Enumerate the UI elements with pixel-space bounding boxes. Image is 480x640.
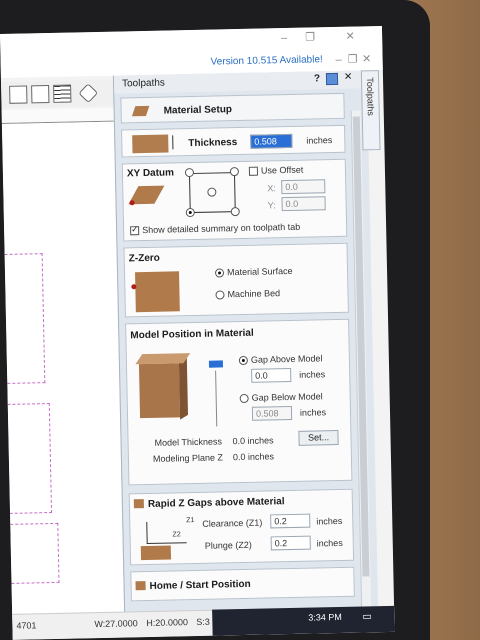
- gap-below-input[interactable]: 0.508: [251, 405, 293, 421]
- panel-scrollbar[interactable]: [350, 110, 372, 611]
- status-height: H:20.0000: [146, 617, 189, 629]
- machine-bed-label: Machine Bed: [227, 288, 281, 300]
- thickness-dimension-icon: [172, 135, 174, 150]
- thickness-section: Thickness 0.508 inches: [121, 124, 346, 158]
- use-offset-checkbox[interactable]: [248, 166, 259, 176]
- modeling-plane-label: Modeling Plane Z: [152, 452, 224, 464]
- plunge-label: Plunge (Z2): [204, 539, 252, 551]
- restore-icon[interactable]: ❐: [304, 31, 316, 43]
- gap-above-unit: inches: [299, 369, 326, 380]
- model-position-section: Model Position in Material Gap Above Mod…: [125, 318, 353, 486]
- close-icon[interactable]: ✕: [344, 31, 356, 43]
- status-coord: 4701: [16, 620, 37, 631]
- z1-mark: Z1: [186, 517, 195, 525]
- model-block-top-icon: [135, 353, 191, 365]
- z-zero-section: Z-Zero Material Surface Machine Bed: [123, 242, 349, 318]
- gap-below-label: Gap Below Model: [251, 391, 323, 403]
- photo-scene: – ❐ ✕ Version 10.515 Available! – ❐ ✕ To…: [0, 0, 480, 640]
- model-block-icon: [138, 363, 181, 419]
- view-icon[interactable]: [9, 85, 28, 104]
- thickness-illustration-icon: [132, 134, 169, 154]
- gap-material-icon: [140, 545, 172, 561]
- datum-point-icon: [129, 200, 135, 206]
- pin-icon[interactable]: [325, 72, 339, 86]
- rapid-z-icon: [133, 499, 144, 509]
- rapid-z-section: Rapid Z Gaps above Material Z1 Z2 Cleara…: [128, 488, 355, 566]
- panel-close-icon[interactable]: ✕: [344, 72, 353, 83]
- home-position-title: Home / Start Position: [149, 578, 251, 592]
- model-position-title: Model Position in Material: [130, 327, 254, 342]
- grid-icon[interactable]: [53, 84, 72, 103]
- toolpaths-panel: Toolpaths ? ✕ Material Setup Thickness 0…: [112, 70, 379, 616]
- toolpaths-side-tab[interactable]: Toolpaths: [360, 70, 381, 151]
- screen: – ❐ ✕ Version 10.515 Available! – ❐ ✕ To…: [0, 25, 395, 640]
- thickness-label: Thickness: [188, 137, 238, 150]
- datum-top-right-radio[interactable]: [229, 167, 240, 177]
- y-offset-label: Y:: [267, 200, 276, 211]
- mdi-close-icon[interactable]: ✕: [360, 53, 372, 65]
- use-offset-label: Use Offset: [260, 164, 304, 176]
- side-tab-label: Toolpaths: [364, 77, 376, 116]
- z-zero-block-icon: [135, 271, 180, 313]
- z2-mark: Z2: [172, 531, 181, 539]
- rapid-z-title: Rapid Z Gaps above Material: [147, 496, 285, 511]
- thickness-input[interactable]: 0.508: [250, 133, 293, 149]
- position-slider-track: [215, 370, 218, 427]
- status-scale: S:3: [196, 616, 210, 628]
- clock-time: 3:34 PM: [308, 611, 342, 623]
- panel-title: Toolpaths: [121, 77, 165, 90]
- datum-bottom-right-radio[interactable]: [230, 207, 240, 217]
- show-summary-checkbox[interactable]: ✓: [130, 224, 140, 236]
- material-surface-radio[interactable]: [214, 268, 225, 278]
- scrollbar-thumb[interactable]: [352, 116, 370, 577]
- xy-datum-section: XY Datum Use Offset X: 0.0 Y: 0.0 ✓ Show…: [121, 158, 348, 242]
- home-position-icon: [135, 581, 146, 591]
- thickness-unit: inches: [306, 135, 333, 146]
- plunge-unit: inches: [316, 537, 343, 549]
- material-surface-label: Material Surface: [226, 265, 293, 278]
- position-slider-thumb[interactable]: [208, 360, 224, 368]
- minimize-icon[interactable]: –: [278, 32, 290, 44]
- toolbar: [1, 79, 114, 108]
- x-offset-label: X:: [267, 183, 276, 194]
- gap-above-label: Gap Above Model: [250, 353, 323, 365]
- layout-icon[interactable]: [31, 84, 50, 104]
- home-position-section[interactable]: Home / Start Position: [130, 566, 355, 602]
- clearance-input[interactable]: 0.2: [270, 513, 311, 529]
- taskbar: 3:34 PM ▭: [212, 605, 395, 636]
- material-block-icon: [131, 105, 150, 117]
- y-offset-input[interactable]: 0.0: [281, 196, 326, 212]
- gap-above-input[interactable]: 0.0: [251, 367, 292, 383]
- plunge-input[interactable]: 0.2: [270, 535, 311, 551]
- mdi-minimize-icon[interactable]: –: [332, 54, 344, 66]
- clearance-unit: inches: [316, 515, 343, 527]
- datum-bottom-left-radio[interactable]: [185, 207, 195, 218]
- modeling-plane-value: 0.0 inches: [232, 451, 275, 463]
- clearance-label: Clearance (Z1): [202, 517, 263, 529]
- version-link[interactable]: Version 10.515 Available!: [211, 54, 323, 67]
- status-width: W:27.0000: [94, 618, 138, 630]
- gap-below-radio[interactable]: [239, 393, 249, 404]
- model-thickness-value: 0.0 inches: [232, 435, 274, 447]
- notification-icon[interactable]: ▭: [362, 611, 372, 622]
- set-button[interactable]: Set...: [298, 430, 339, 446]
- gap-above-radio[interactable]: [238, 355, 248, 366]
- show-summary-label: Show detailed summary on toolpath tab: [142, 221, 301, 236]
- mdi-restore-icon[interactable]: ❐: [346, 53, 358, 66]
- design-canvas[interactable]: [0, 121, 125, 624]
- model-block-side-icon: [178, 354, 189, 420]
- material-setup-header[interactable]: Material Setup: [120, 92, 345, 124]
- snap-icon[interactable]: [78, 83, 99, 104]
- x-offset-input[interactable]: 0.0: [281, 179, 326, 195]
- z-zero-title: Z-Zero: [128, 252, 160, 265]
- z-zero-point-icon: [131, 284, 137, 290]
- xy-datum-title: XY Datum: [126, 167, 175, 180]
- machine-bed-radio[interactable]: [215, 290, 225, 300]
- vector-shape[interactable]: [0, 253, 46, 385]
- material-setup-title: Material Setup: [163, 104, 233, 117]
- model-thickness-label: Model Thickness: [154, 436, 223, 448]
- gap-below-unit: inches: [299, 407, 327, 418]
- help-icon[interactable]: ?: [314, 73, 320, 84]
